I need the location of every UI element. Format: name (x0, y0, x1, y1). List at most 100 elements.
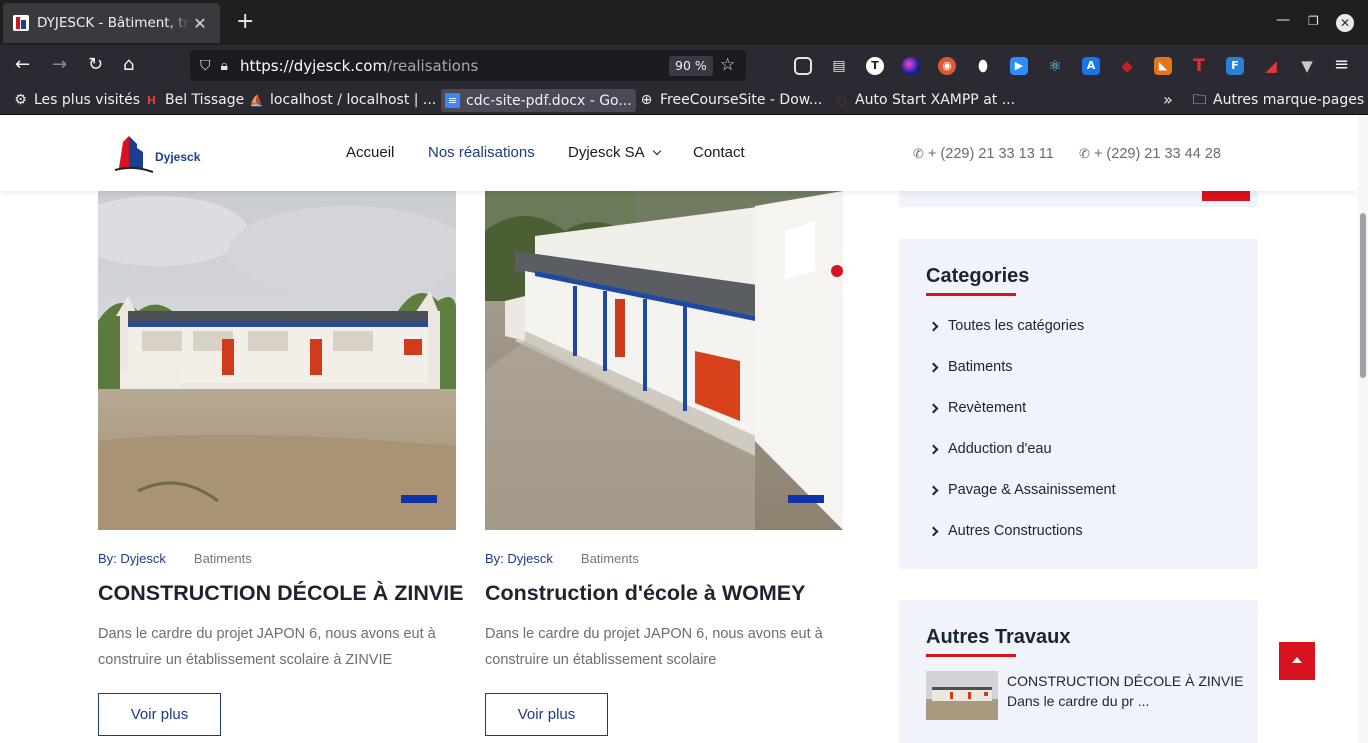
card-2-voir-plus-button[interactable]: Voir plus (485, 693, 608, 736)
google-docs-icon: ≡ (445, 93, 460, 108)
zoom-level[interactable]: 90 % (669, 56, 713, 76)
browser-tab-bar: DYJESCK - Bâtiment, travaux ✕ + — ❐ ✕ (0, 0, 1368, 45)
extension-t-icon[interactable]: T (866, 57, 884, 75)
slider-indicator[interactable] (788, 495, 824, 503)
card-1-author[interactable]: By: Dyjesck (98, 551, 166, 566)
categories-title: Categories (926, 265, 1030, 287)
phone-icon: ✆ (1079, 146, 1090, 161)
browser-tab[interactable]: DYJESCK - Bâtiment, travaux ✕ (3, 3, 220, 43)
card-2-desc-line: construire un établissement scolaire (485, 652, 717, 668)
site-favicon-icon (13, 15, 29, 31)
pocket-icon[interactable] (794, 57, 812, 75)
folder-icon: 🗀 (1192, 91, 1207, 108)
back-arrow-icon[interactable]: ← (15, 54, 30, 76)
school-zinvie-photo (98, 191, 456, 530)
category-pavage[interactable]: Pavage & Assainissement (928, 482, 1116, 498)
autres-travaux-item-title[interactable]: CONSTRUCTION DÉCOLE À ZINVIE (1007, 673, 1243, 689)
autres-travaux-widget: Autres Travaux CONSTRUCTION DÉCOLE À ZIN… (899, 600, 1258, 743)
school-thumbnail-photo (926, 671, 998, 720)
zoom-meeting-icon[interactable]: ▶ (1010, 57, 1028, 75)
phpmyadmin-icon: ⛵ (249, 93, 264, 107)
reload-icon[interactable]: ↻ (88, 54, 103, 76)
bookmark-most-visited[interactable]: ⚙ Les plus visités (13, 91, 140, 109)
nav-contact[interactable]: Contact (693, 144, 745, 161)
metamask-fox-icon[interactable]: ◣ (1154, 57, 1172, 75)
maximize-icon[interactable]: ❐ (1308, 14, 1319, 28)
chevron-right-icon (928, 485, 939, 495)
reader-view-icon[interactable]: ▤ (830, 57, 848, 75)
extension-red-icon[interactable]: ◆ (1118, 57, 1136, 75)
mouse-icon[interactable]: ⬮ (974, 57, 992, 75)
extension-t-red-icon[interactable]: T (1190, 57, 1208, 75)
browser-nav-bar: ← → ↻ ⌂ ⛉ 🔒︎ https://dyjesck.com/realisa… (0, 45, 1368, 86)
new-tab-icon[interactable]: + (236, 10, 254, 34)
bookmark-localhost[interactable]: ⛵ localhost / localhost | ... (249, 91, 437, 109)
page-scrollbar[interactable] (1358, 115, 1368, 743)
bookmark-star-icon[interactable]: ☆ (720, 55, 735, 75)
more-bookmarks-chevron-icon[interactable]: » (1163, 91, 1173, 109)
chevron-right-icon (928, 444, 939, 454)
extension-colors-icon[interactable] (902, 57, 920, 75)
translate-icon[interactable]: A (1082, 57, 1100, 75)
minimize-icon[interactable]: — (1276, 12, 1290, 28)
bookmark-cdc-site[interactable]: ≡ cdc-site-pdf.docx - Go... (441, 89, 636, 112)
autres-travaux-thumbnail[interactable] (926, 671, 998, 720)
sidebar-search-box-bottom (899, 191, 1258, 207)
nav-accueil[interactable]: Accueil (346, 144, 394, 161)
category-adduction-eau[interactable]: Adduction d'eau (928, 441, 1052, 457)
close-window-icon[interactable]: ✕ (1336, 14, 1354, 32)
category-batiments[interactable]: Batiments (928, 359, 1012, 375)
react-devtools-icon[interactable]: ⚛ (1046, 57, 1064, 75)
chevron-right-icon (928, 362, 939, 372)
category-all[interactable]: Toutes les catégories (928, 318, 1084, 334)
duckduckgo-icon[interactable]: ◉ (938, 57, 956, 75)
card-2-description: Dans le cardre du projet JAPON 6, nous a… (485, 621, 845, 673)
phone-1-number: + (229) 21 33 13 11 (927, 146, 1054, 162)
lock-icon[interactable]: 🔒︎ (221, 58, 228, 74)
card-2-desc-line: Dans le cardre du projet JAPON 6, nous a… (485, 626, 823, 642)
school-womey-photo (485, 191, 843, 530)
forward-arrow-icon[interactable]: → (52, 54, 67, 76)
bookmark-label: Auto Start XAMPP at ... (855, 92, 1016, 108)
card-1-category[interactable]: Batiments (194, 551, 252, 566)
home-icon[interactable]: ⌂ (123, 54, 134, 76)
card-1-voir-plus-button[interactable]: Voir plus (98, 693, 221, 736)
scroll-to-top-button[interactable] (1279, 642, 1315, 680)
phone-1[interactable]: ✆ + (229) 21 33 13 11 (913, 146, 1054, 162)
nav-dyjesck-sa[interactable]: Dyjesck SA (568, 144, 662, 161)
site-logo[interactable]: Dyjesck (113, 132, 203, 176)
bookmarks-bar: ⚙ Les plus visités H Bel Tissage ⛵ localhos… (0, 86, 1368, 115)
search-submit-button[interactable] (1202, 191, 1250, 201)
scrollbar-thumb[interactable] (1360, 213, 1366, 378)
bookmark-auto-start-xampp[interactable]: ◌ Auto Start XAMPP at ... (834, 91, 1015, 109)
card-2-author[interactable]: By: Dyjesck (485, 551, 553, 566)
autres-travaux-item-desc: Dans le cardre du pr ... (1007, 693, 1150, 709)
nav-nos-realisations[interactable]: Nos réalisations (428, 144, 535, 161)
url-text[interactable]: https://dyjesck.com/realisations (240, 57, 478, 75)
phone-2[interactable]: ✆ + (229) 21 33 44 28 (1079, 146, 1221, 162)
globe-icon: ⊕ (640, 91, 653, 108)
slider-indicator[interactable] (401, 495, 437, 503)
category-label: Revètement (948, 400, 1027, 416)
chevron-right-icon (928, 526, 939, 536)
hamburger-menu-icon[interactable]: ≡ (1334, 54, 1349, 76)
url-bar[interactable]: ⛉ 🔒︎ https://dyjesck.com/realisations 90… (190, 50, 746, 81)
bookmark-freecoursesite[interactable]: ⊕ FreeCourseSite - Dow... (639, 91, 823, 109)
bookmark-label: FreeCourseSite - Dow... (660, 92, 823, 108)
card-2-image[interactable] (485, 191, 843, 530)
card-2-category[interactable]: Batiments (581, 551, 639, 566)
card-2-title[interactable]: Construction d'école à WOMEY (485, 581, 805, 606)
vue-devtools-icon[interactable]: ▼ (1298, 57, 1316, 75)
extension-ft-icon[interactable]: F (1226, 57, 1244, 75)
other-bookmarks[interactable]: 🗀 Autres marque-pages (1192, 91, 1365, 109)
close-tab-icon[interactable]: ✕ (190, 14, 210, 33)
card-1-title[interactable]: CONSTRUCTION DÉCOLE À ZINVIE (98, 581, 464, 606)
card-1-image[interactable] (98, 191, 456, 530)
card-1-desc-line: construire un établissement scolaire à Z… (98, 652, 393, 668)
bel-tissage-icon: H (146, 93, 157, 107)
eraser-icon[interactable]: ◢ (1262, 57, 1280, 75)
bookmark-bel-tissage[interactable]: H Bel Tissage (144, 91, 244, 109)
category-autres-constructions[interactable]: Autres Constructions (928, 523, 1083, 539)
category-revetement[interactable]: Revètement (928, 400, 1027, 416)
tracking-shield-icon[interactable]: ⛉ (200, 58, 211, 74)
